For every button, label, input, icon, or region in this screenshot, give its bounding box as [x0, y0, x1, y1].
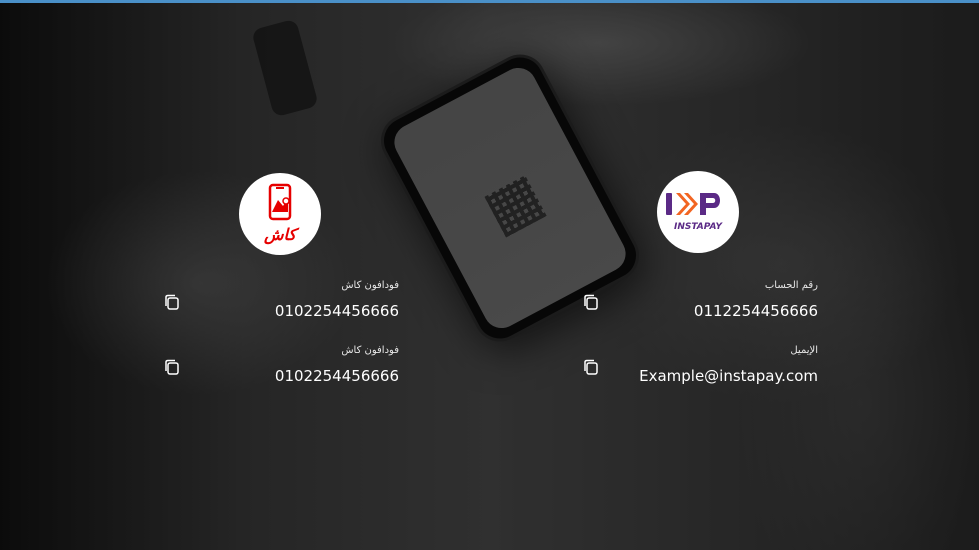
background-photo — [0, 3, 979, 550]
copy-vodafone-cash-2-button[interactable] — [163, 358, 181, 376]
vodafone-cash-number-2: 0102254456666 — [274, 367, 399, 385]
copy-icon — [165, 294, 179, 310]
copy-vodafone-cash-1-button[interactable] — [163, 293, 181, 311]
copy-instapay-account-button[interactable] — [582, 293, 600, 311]
copy-instapay-email-button[interactable] — [582, 358, 600, 376]
instapay-email-label: الإيميل — [790, 345, 818, 356]
vodafone-cash-label-1: فودافون كاش — [341, 280, 399, 291]
copy-icon — [584, 294, 598, 310]
instapay-account-number: 0112254456666 — [693, 302, 818, 320]
instapay-logo-icon: INSTAPAY — [666, 193, 723, 232]
instapay-account-label: رقم الحساب — [764, 280, 818, 291]
svg-text:INSTAPAY: INSTAPAY — [674, 222, 723, 232]
instapay-email-value: Example@instapay.com — [639, 367, 818, 385]
instapay-logo: INSTAPAY — [657, 171, 739, 253]
vodafone-cash-label-2: فودافون كاش — [341, 345, 399, 356]
vodafone-cash-number-1: 0102254456666 — [274, 302, 399, 320]
svg-text:كاش: كاش — [263, 225, 300, 245]
copy-icon — [165, 359, 179, 375]
vodafone-cash-logo: كاش — [239, 173, 321, 255]
copy-icon — [584, 359, 598, 375]
dark-overlay — [0, 3, 979, 550]
vodafone-cash-logo-icon: كاش — [263, 183, 300, 245]
